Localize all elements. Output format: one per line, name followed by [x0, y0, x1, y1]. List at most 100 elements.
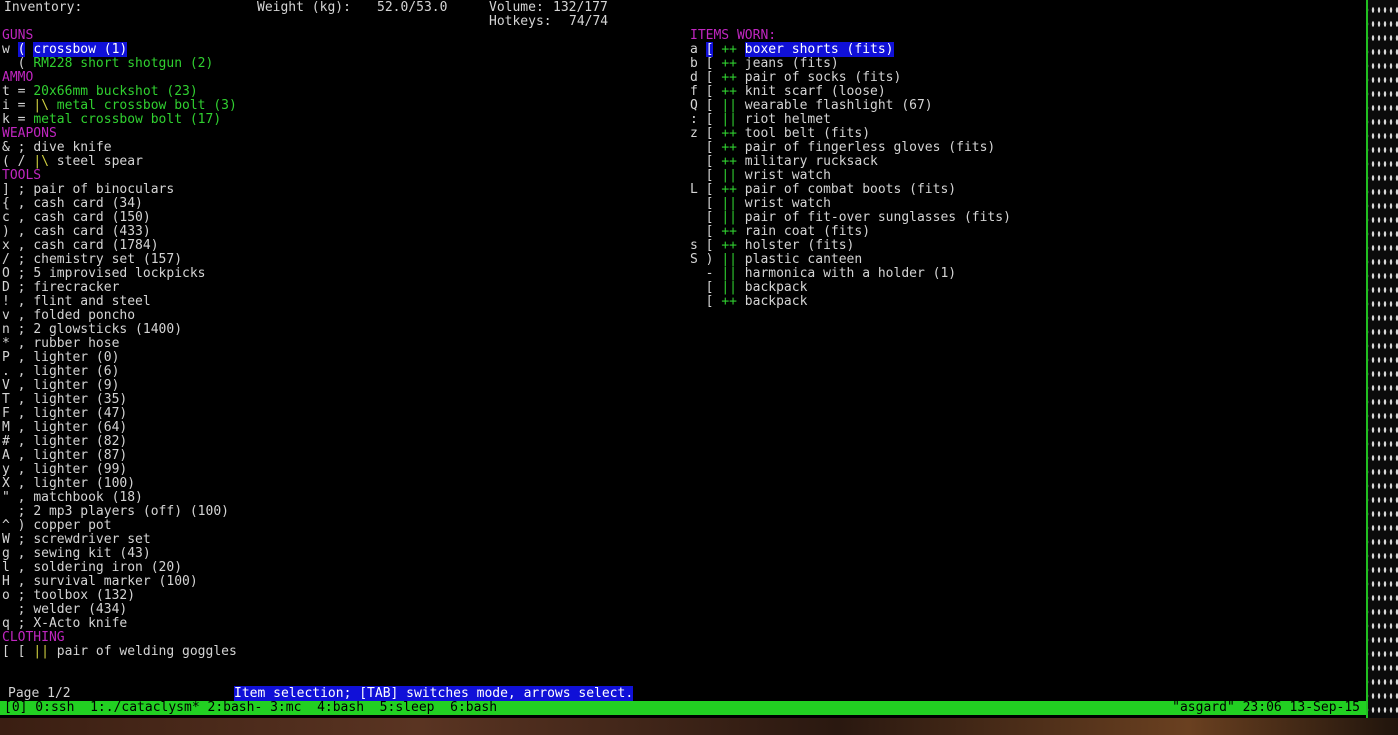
item-symbol: ,	[17, 238, 26, 253]
inventory-item[interactable]: O ; 5 improvised lockpicks	[2, 267, 206, 281]
item-hotkey: V	[2, 378, 10, 393]
inventory-item[interactable]: & ; dive knife	[2, 141, 112, 155]
inventory-item[interactable]: M , lighter (64)	[2, 421, 127, 435]
worn-item[interactable]: [ ++ pair of fingerless gloves (fits)	[690, 140, 996, 155]
item-name: dive knife	[33, 140, 112, 155]
inventory-item[interactable]: l , soldering iron (20)	[2, 561, 182, 575]
inventory-item[interactable]: ( RM228 short shotgun (2)	[2, 56, 214, 71]
worn-item[interactable]: [ || backpack	[690, 280, 808, 295]
inventory-item[interactable]: ^ ) copper pot	[2, 519, 112, 533]
item-name: wrist watch	[744, 168, 831, 183]
weight-label: Weight (kg):	[257, 0, 351, 15]
hotkeys-value: 74/74	[569, 14, 609, 29]
item-name: 2 glowsticks (1400)	[33, 322, 183, 337]
item-name: sewing kit (43)	[33, 546, 151, 561]
item-hotkey	[690, 196, 698, 211]
inventory-item[interactable]: o ; toolbox (132)	[2, 589, 135, 603]
worn-item[interactable]: [ || wrist watch	[690, 169, 831, 183]
worn-item[interactable]: : [ || riot helmet	[690, 113, 831, 127]
item-name: rain coat (fits)	[744, 224, 871, 239]
tmux-status-bar: [0] 0:ssh 1:./cataclysm* 2:bash- 3:mc 4:…	[0, 701, 1366, 715]
item-mark: ||	[721, 210, 737, 225]
worn-item[interactable]: a [ ++ boxer shorts (fits)	[690, 42, 894, 57]
inventory-item[interactable]: y , lighter (99)	[2, 463, 127, 477]
worn-item[interactable]: S ) || plastic canteen	[690, 253, 862, 267]
worn-item[interactable]: f [ ++ knit scarf (loose)	[690, 85, 886, 99]
worn-item[interactable]: z [ ++ tool belt (fits)	[690, 127, 870, 141]
item-name: lighter (9)	[33, 378, 120, 393]
inventory-item[interactable]: w ( crossbow (1)	[2, 42, 128, 57]
inventory-item[interactable]: q ; X-Acto knife	[2, 617, 127, 631]
item-mark: ++	[721, 294, 737, 309]
inventory-item[interactable]: * , rubber hose	[2, 337, 119, 351]
item-name: lighter (82)	[33, 434, 128, 449]
worn-item[interactable]: s [ ++ holster (fits)	[690, 239, 854, 253]
item-symbol: [	[705, 224, 714, 239]
worn-item[interactable]: [ || pair of fit-over sunglasses (fits)	[690, 211, 1011, 225]
inventory-item[interactable]: ] ; pair of binoculars	[2, 183, 174, 197]
inventory-item[interactable]: n ; 2 glowsticks (1400)	[2, 323, 182, 337]
inventory-item[interactable]: . , lighter (6)	[2, 365, 119, 379]
inventory-item[interactable]: ) , cash card (433)	[2, 225, 151, 239]
inventory-item[interactable]: x , cash card (1784)	[2, 239, 159, 253]
inventory-item[interactable]: X , lighter (100)	[2, 477, 135, 491]
inventory-item[interactable]: ! , flint and steel	[2, 295, 151, 309]
worn-item[interactable]: [ ++ rain coat (fits)	[690, 225, 870, 239]
inventory-item[interactable]: ( / |\ steel spear	[2, 155, 143, 169]
item-name: pair of fit-over sunglasses (fits)	[744, 210, 1011, 225]
item-name: lighter (100)	[33, 476, 136, 491]
item-symbol: ;	[17, 266, 26, 281]
inventory-item[interactable]: / ; chemistry set (157)	[2, 253, 182, 267]
inventory-item[interactable]: c , cash card (150)	[2, 211, 151, 225]
item-name: copper pot	[33, 518, 112, 533]
worn-item[interactable]: L [ ++ pair of combat boots (fits)	[690, 183, 956, 197]
worn-item[interactable]: [ || wrist watch	[690, 197, 831, 211]
terminal-window: Inventory: Weight (kg): 52.0/53.0 Volume…	[0, 0, 1366, 718]
item-name: 5 improvised lockpicks	[33, 266, 206, 281]
worn-item[interactable]: d [ ++ pair of socks (fits)	[690, 71, 901, 85]
item-hotkey: y	[2, 462, 10, 477]
inventory-item[interactable]: T , lighter (35)	[2, 393, 127, 407]
item-symbol: (	[17, 56, 26, 71]
item-hotkey: W	[2, 532, 10, 547]
item-mark: ++	[721, 140, 737, 155]
item-symbol: =	[17, 84, 26, 99]
inventory-item[interactable]: t = 20x66mm buckshot (23)	[2, 85, 198, 99]
worn-item[interactable]: [ ++ military rucksack	[690, 155, 878, 169]
item-hotkey: g	[2, 546, 10, 561]
item-mark: ++	[721, 84, 737, 99]
inventory-item[interactable]: g , sewing kit (43)	[2, 547, 151, 561]
item-mark: ++	[721, 42, 737, 57]
inventory-item[interactable]: H , survival marker (100)	[2, 575, 198, 589]
item-hotkey: L	[690, 182, 698, 197]
inventory-item[interactable]: # , lighter (82)	[2, 435, 127, 449]
inventory-item[interactable]: k = metal crossbow bolt (17)	[2, 113, 221, 127]
worn-item[interactable]: b [ ++ jeans (fits)	[690, 57, 839, 71]
item-name: cash card (34)	[33, 196, 143, 211]
inventory-item[interactable]: A , lighter (87)	[2, 449, 127, 463]
tmux-window-list[interactable]: [0] 0:ssh 1:./cataclysm* 2:bash- 3:mc 4:…	[4, 701, 497, 715]
item-symbol: )	[705, 252, 714, 267]
inventory-item[interactable]: ; 2 mp3 players (off) (100)	[2, 505, 229, 519]
inventory-item[interactable]: " , matchbook (18)	[2, 491, 143, 505]
inventory-item[interactable]: v , folded poncho	[2, 309, 135, 323]
item-name: lighter (35)	[33, 392, 128, 407]
inventory-item[interactable]: { , cash card (34)	[2, 197, 143, 211]
item-symbol: [	[705, 280, 714, 295]
item-name: folded poncho	[33, 308, 136, 323]
item-symbol: -	[705, 266, 714, 281]
worn-item[interactable]: [ ++ backpack	[690, 294, 808, 309]
item-hotkey: i	[2, 98, 10, 113]
inventory-item[interactable]: ; welder (434)	[2, 603, 128, 617]
item-hotkey	[690, 280, 698, 295]
item-hotkey: n	[2, 322, 10, 337]
inventory-item[interactable]: [ [ || pair of welding goggles	[2, 645, 237, 659]
worn-item[interactable]: - || harmonica with a holder (1)	[690, 267, 956, 281]
inventory-item[interactable]: W ; screwdriver set	[2, 533, 151, 547]
inventory-item[interactable]: i = |\ metal crossbow bolt (3)	[2, 99, 237, 113]
worn-item[interactable]: Q [ || wearable flashlight (67)	[690, 99, 933, 113]
inventory-item[interactable]: P , lighter (0)	[2, 351, 119, 365]
inventory-item[interactable]: D ; firecracker	[2, 281, 119, 295]
inventory-item[interactable]: F , lighter (47)	[2, 407, 127, 421]
inventory-item[interactable]: V , lighter (9)	[2, 379, 119, 393]
